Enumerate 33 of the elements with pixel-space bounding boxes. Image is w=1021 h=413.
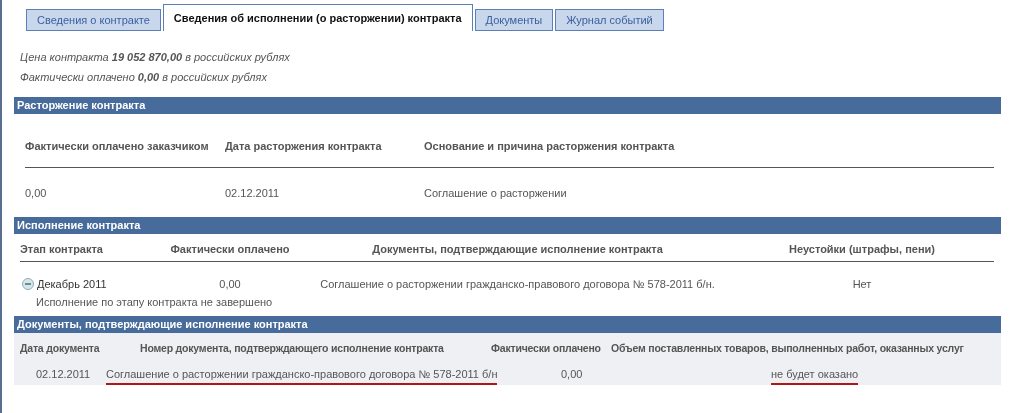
summary-text: Фактически оплачено 0,00 в российских рублях bbox=[20, 71, 268, 83]
table-cell: Соглашение о расторжении гражданско-правового договора № 578-2011 б/н bbox=[106, 368, 498, 385]
section-header: Документы, подтверждающие исполнение контракта bbox=[14, 316, 1001, 333]
stage-name: Декабрь 2011 bbox=[37, 278, 107, 290]
table-cell-text: 0,00 bbox=[218, 277, 242, 290]
summary-text: Цена контракта 19 052 870,00 в российских рублях bbox=[20, 51, 291, 63]
tab[interactable]: Документы bbox=[474, 9, 554, 31]
column-header: Документы, подтверждающие исполнение контракта bbox=[305, 234, 730, 262]
column-header: Фактически оплачено bbox=[491, 342, 601, 354]
tab[interactable]: Сведения о контракте bbox=[26, 9, 161, 31]
table-cell-text: Соглашение о расторжении bbox=[424, 186, 568, 201]
section-header: Исполнение контракта bbox=[14, 217, 1001, 234]
table-cell: 0,00 bbox=[561, 368, 583, 380]
table-cell-text: Соглашение о расторжении гражданско-правового договора № 578-2011 б/н. bbox=[319, 277, 716, 290]
tab[interactable]: Сведения об исполнении (о расторжении) контракта bbox=[162, 4, 473, 31]
column-header: Фактически оплачено bbox=[155, 234, 305, 262]
stage-status: Исполнение по этапу контракта не завершено bbox=[36, 296, 273, 308]
section-header: Расторжение контракта bbox=[14, 97, 1001, 114]
column-header: Номер документа, подтверждающего исполнение контракта bbox=[140, 342, 444, 354]
collapse-icon[interactable] bbox=[22, 278, 34, 290]
column-header: Объем поставленных товаров, выполненных работ, оказанных услуг bbox=[611, 342, 964, 354]
column-header: Дата документа bbox=[20, 342, 100, 354]
tab[interactable]: Журнал событий bbox=[555, 9, 664, 31]
column-header: Этап контракта bbox=[20, 234, 155, 262]
table-cell-text: 0,00 bbox=[25, 186, 48, 201]
table-cell-text: Нет bbox=[851, 277, 873, 290]
table-cell: 02.12.2011 bbox=[36, 368, 91, 380]
column-header: Дата расторжения контракта bbox=[225, 114, 424, 168]
table-cell: не будет оказано bbox=[771, 368, 859, 385]
column-header: Неустойки (штрафы, пени) bbox=[730, 234, 994, 262]
column-header: Фактически оплачено заказчиком bbox=[25, 114, 225, 168]
column-header: Основание и причина расторжения контракта bbox=[424, 114, 994, 168]
table-cell-text: 02.12.2011 bbox=[225, 186, 281, 201]
